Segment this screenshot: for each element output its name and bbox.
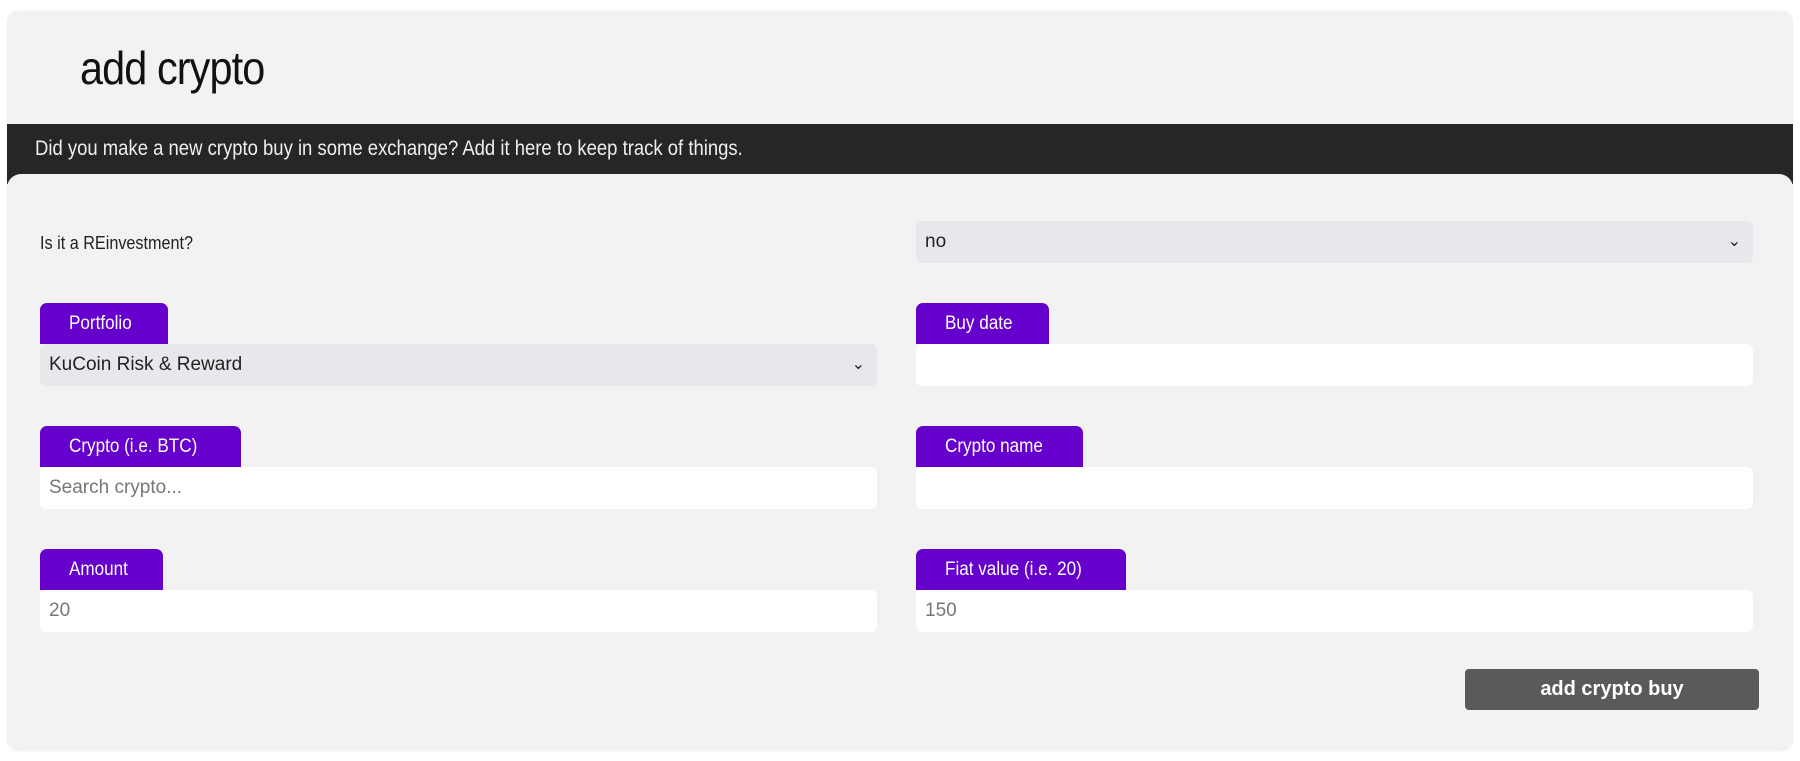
page-title: add crypto: [80, 42, 265, 94]
crypto-search-input[interactable]: Search crypto...: [40, 467, 877, 509]
fiat-value-label: Fiat value (i.e. 20): [916, 549, 1127, 590]
chevron-down-icon: ⌄: [851, 356, 865, 373]
subtitle: Did you make a new crypto buy in some ex…: [35, 137, 743, 160]
reinvestment-select[interactable]: no ⌄: [916, 221, 1753, 263]
portfolio-value: KuCoin Risk & Reward: [49, 354, 243, 375]
buy-date-input[interactable]: [916, 344, 1753, 386]
amount-label: Amount: [40, 549, 164, 590]
crypto-name-label: Crypto name: [916, 426, 1083, 467]
crypto-name-input[interactable]: [916, 467, 1753, 509]
fiat-value-input[interactable]: 150: [916, 590, 1753, 632]
add-crypto-buy-button[interactable]: add crypto buy: [1465, 669, 1759, 710]
reinvestment-label: Is it a REinvestment?: [40, 233, 194, 253]
amount-input[interactable]: 20: [40, 590, 877, 632]
crypto-label: Crypto (i.e. BTC): [40, 426, 241, 467]
chevron-down-icon: ⌄: [1727, 233, 1741, 250]
crypto-search-placeholder: Search crypto...: [49, 477, 183, 498]
portfolio-label: Portfolio: [40, 303, 168, 344]
reinvestment-value: no: [925, 231, 947, 252]
buy-date-label: Buy date: [916, 303, 1049, 344]
portfolio-select[interactable]: KuCoin Risk & Reward ⌄: [40, 344, 877, 386]
